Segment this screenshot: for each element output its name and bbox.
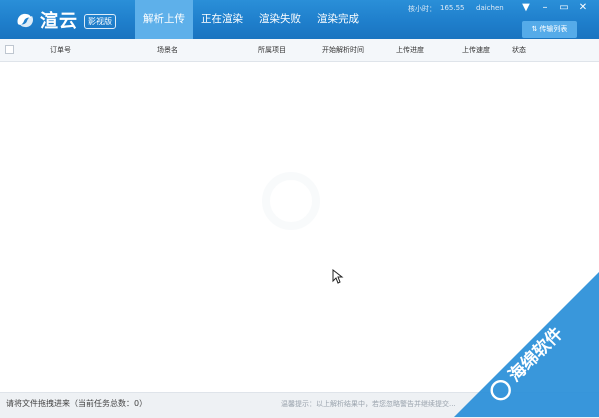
balance-value: 165.55 — [440, 4, 465, 12]
title-bar: 渲云 影视版 解析上传 正在渲染 渲染失败 渲染完成 核小时： 165.55 d… — [0, 0, 599, 39]
transfer-list-label: 传输列表 — [539, 25, 568, 33]
column-scene-name[interactable]: 场景名 — [157, 39, 178, 61]
username[interactable]: daichen — [476, 4, 504, 12]
loading-spinner-icon — [262, 172, 320, 230]
column-upload-progress[interactable]: 上传进度 — [396, 39, 424, 61]
balance-label: 核小时： — [408, 5, 436, 13]
status-bar: 请将文件拖拽进来（当前任务总数：0） 温馨提示：以上解析结果中，若您忽略警告并继… — [0, 392, 599, 418]
cloud-logo-icon — [17, 13, 34, 28]
tab-rendering[interactable]: 正在渲染 — [193, 0, 251, 39]
task-table-header: 订单号 场景名 所属项目 开始解析时间 上传进度 上传速度 状态 — [0, 39, 599, 62]
transfer-list-button[interactable]: ⇅ 传输列表 — [522, 21, 577, 38]
menu-dropdown-icon[interactable]: ▼ — [519, 2, 533, 14]
maximize-icon[interactable]: ▭ — [557, 2, 571, 14]
column-order-id[interactable]: 订单号 — [50, 39, 71, 61]
column-upload-speed[interactable]: 上传速度 — [462, 39, 490, 61]
select-all-checkbox[interactable] — [5, 45, 14, 54]
tab-render-failed[interactable]: 渲染失败 — [251, 0, 309, 39]
tab-parse-upload[interactable]: 解析上传 — [135, 0, 193, 39]
drop-hint-text: 请将文件拖拽进来（当前任务总数：0） — [6, 399, 148, 408]
column-project[interactable]: 所属项目 — [258, 39, 286, 61]
transfer-icon: ⇅ — [531, 25, 538, 33]
close-icon[interactable]: ✕ — [576, 2, 590, 14]
edition-badge: 影视版 — [84, 13, 116, 29]
tab-render-complete[interactable]: 渲染完成 — [309, 0, 367, 39]
main-tabs: 解析上传 正在渲染 渲染失败 渲染完成 — [135, 0, 367, 39]
column-status[interactable]: 状态 — [512, 39, 526, 61]
column-parse-start-time[interactable]: 开始解析时间 — [322, 39, 364, 61]
app-name: 渲云 — [40, 11, 78, 32]
app-logo: 渲云 影视版 — [14, 7, 116, 33]
mouse-cursor-icon — [332, 269, 344, 284]
tip-text: 温馨提示：以上解析结果中，若您忽略警告并继续提交... — [281, 400, 456, 408]
minimize-icon[interactable]: – — [538, 2, 552, 14]
